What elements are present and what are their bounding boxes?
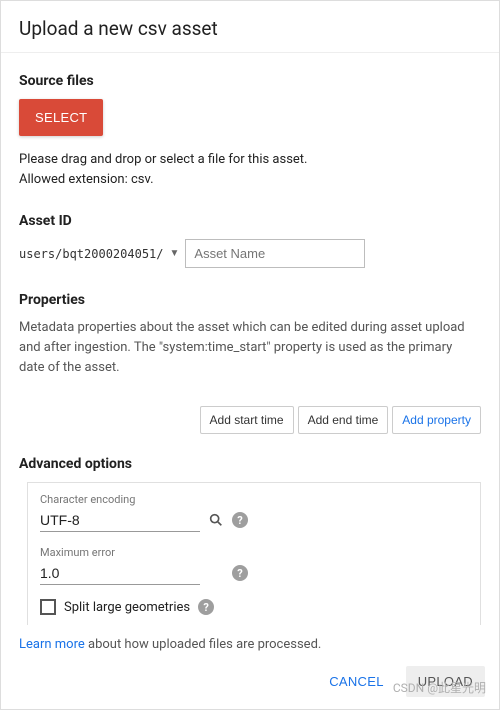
add-property-button[interactable]: Add property <box>392 406 481 434</box>
cancel-button[interactable]: CANCEL <box>317 666 396 697</box>
asset-name-input[interactable] <box>185 239 365 268</box>
learn-more-row: Learn more about how uploaded files are … <box>1 625 499 658</box>
properties-description: Metadata properties about the asset whic… <box>19 318 481 378</box>
add-start-time-button[interactable]: Add start time <box>200 406 294 434</box>
asset-id-section: Asset ID users/bqt2000204051/ ▼ <box>19 213 481 268</box>
properties-title: Properties <box>19 292 481 308</box>
search-icon[interactable] <box>208 512 224 528</box>
asset-id-title: Asset ID <box>19 213 481 229</box>
split-geometries-checkbox[interactable] <box>40 599 56 615</box>
source-files-section: Source files SELECT Please drag and drop… <box>19 73 481 189</box>
advanced-options-title: Advanced options <box>19 456 481 472</box>
upload-button[interactable]: UPLOAD <box>406 666 485 697</box>
encoding-input[interactable] <box>40 508 200 532</box>
select-file-button[interactable]: SELECT <box>19 99 103 136</box>
split-geometries-label: Split large geometries <box>64 600 190 615</box>
dialog-body: Source files SELECT Please drag and drop… <box>1 53 499 625</box>
hint-line2: Allowed extension: csv. <box>19 170 481 190</box>
split-geometries-row: Split large geometries ? <box>40 599 468 615</box>
asset-id-prefix[interactable]: users/bqt2000204051/ <box>19 247 164 261</box>
maxerror-label: Maximum error <box>40 546 468 559</box>
chevron-down-icon[interactable]: ▼ <box>170 248 180 259</box>
maxerror-field: Maximum error ? <box>40 546 468 585</box>
dialog-title: Upload a new csv asset <box>1 1 499 53</box>
encoding-label: Character encoding <box>40 493 468 506</box>
advanced-options-section: Advanced options Character encoding ? Ma… <box>19 456 481 625</box>
help-icon[interactable]: ? <box>232 512 248 528</box>
learn-more-text: about how uploaded files are processed. <box>85 637 322 652</box>
properties-section: Properties Metadata properties about the… <box>19 292 481 434</box>
source-files-title: Source files <box>19 73 481 89</box>
advanced-options-panel[interactable]: Character encoding ? Maximum error ? <box>27 482 481 625</box>
encoding-field: Character encoding ? <box>40 493 468 532</box>
learn-more-link[interactable]: Learn more <box>19 637 85 652</box>
upload-dialog: Upload a new csv asset Source files SELE… <box>0 0 500 710</box>
hint-line1: Please drag and drop or select a file fo… <box>19 150 481 170</box>
help-icon[interactable]: ? <box>232 565 248 581</box>
help-icon[interactable]: ? <box>198 599 214 615</box>
add-end-time-button[interactable]: Add end time <box>298 406 389 434</box>
maxerror-input[interactable] <box>40 561 200 585</box>
dialog-footer: CANCEL UPLOAD <box>1 658 499 709</box>
source-hint: Please drag and drop or select a file fo… <box>19 150 481 189</box>
